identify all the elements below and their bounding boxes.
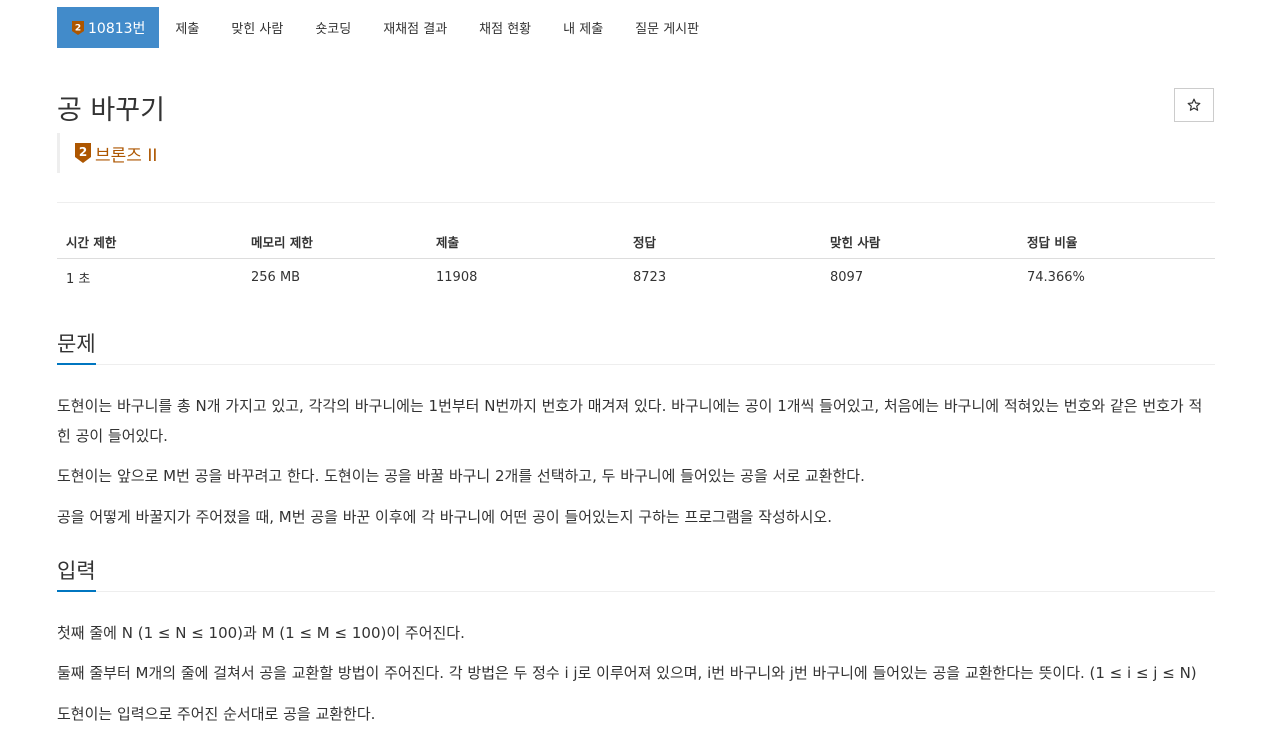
bronze-tier-icon: 2: [71, 20, 85, 36]
section-title-input: 입력: [57, 559, 96, 583]
value-accepted: 8723: [633, 269, 667, 285]
value-time-limit: 1 초: [66, 271, 91, 287]
problem-tier: 2 브론즈 II: [57, 133, 157, 173]
header-accepted: 정답: [624, 224, 821, 259]
header-time-limit: 시간 제한: [57, 224, 242, 259]
tier-label[interactable]: 브론즈 II: [95, 141, 157, 166]
section-underline: [57, 590, 96, 592]
problem-title: 공 바꾸기: [57, 95, 165, 126]
section-underline: [57, 363, 96, 365]
divider: [57, 202, 1215, 203]
star-outline-icon: [1187, 98, 1201, 111]
problem-nav: 2 10813번 제출 맞힌 사람 숏코딩 재채점 결과 채점 현황 내 제출 …: [57, 7, 715, 48]
problem-id: 10813번: [88, 20, 146, 37]
svg-text:2: 2: [75, 23, 81, 33]
problem-info-table: 시간 제한 메모리 제한 제출 정답 맞힌 사람 정답 비율 1 초 256 M…: [57, 224, 1215, 295]
header-submissions: 제출: [427, 224, 624, 259]
nav-item-my-submissions[interactable]: 내 제출: [547, 7, 619, 48]
table-header-row: 시간 제한 메모리 제한 제출 정답 맞힌 사람 정답 비율: [57, 224, 1215, 259]
section-divider: [57, 591, 1215, 592]
input-paragraph: 첫째 줄에 N (1 ≤ N ≤ 100)과 M (1 ≤ M ≤ 100)이 …: [57, 624, 465, 642]
description-paragraph: 공을 어떻게 바꿀지가 주어졌을 때, M번 공을 바꾼 이후에 각 바구니에 …: [57, 508, 832, 526]
input-paragraph: 도현이는 입력으로 주어진 순서대로 공을 교환한다.: [57, 705, 376, 723]
svg-text:2: 2: [79, 145, 87, 159]
section-title-description: 문제: [57, 332, 96, 356]
nav-item-rejudge-results[interactable]: 재채점 결과: [367, 7, 463, 48]
nav-item-short-coding[interactable]: 숏코딩: [299, 7, 367, 48]
nav-item-board[interactable]: 질문 게시판: [619, 7, 715, 48]
description-paragraph: 도현이는 앞으로 M번 공을 바꾸려고 한다. 도현이는 공을 바꿀 바구니 2…: [57, 467, 865, 485]
section-divider: [57, 364, 1215, 365]
nav-item-solved-users[interactable]: 맞힌 사람: [215, 7, 299, 48]
value-memory-limit: 256 MB: [251, 269, 301, 285]
favorite-button[interactable]: [1174, 88, 1214, 122]
value-accept-ratio: 74.366%: [1027, 269, 1085, 285]
value-solved-users: 8097: [830, 269, 864, 285]
header-accept-ratio: 정답 비율: [1018, 224, 1215, 259]
input-paragraph: 둘째 줄부터 M개의 줄에 걸쳐서 공을 교환할 방법이 주어진다. 각 방법은…: [57, 664, 1197, 682]
nav-item-status[interactable]: 채점 현황: [463, 7, 547, 48]
nav-item-submit[interactable]: 제출: [159, 7, 215, 48]
bronze-tier-icon: 2: [74, 142, 92, 164]
header-solved-users: 맞힌 사람: [821, 224, 1018, 259]
value-submissions: 11908: [436, 269, 478, 285]
header-memory-limit: 메모리 제한: [242, 224, 427, 259]
nav-item-problem[interactable]: 2 10813번: [57, 7, 160, 48]
table-row: 1 초 256 MB 11908 8723 8097 74.366%: [57, 259, 1215, 296]
description-paragraph: 도현이는 바구니를 총 N개 가지고 있고, 각각의 바구니에는 1번부터 N번…: [57, 397, 1203, 445]
